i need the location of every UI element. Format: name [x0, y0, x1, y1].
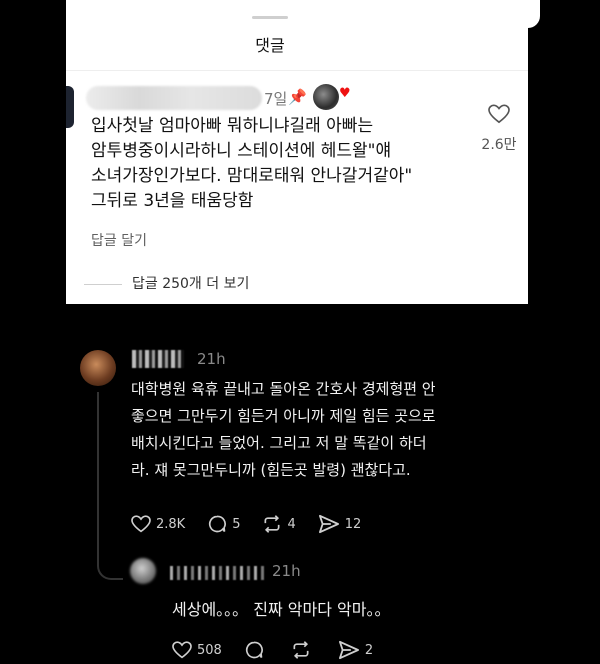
avatar[interactable] [80, 350, 116, 386]
repost-action[interactable]: 4 [262, 514, 296, 534]
post-line: 좋으면 그만두기 힘든거 아니까 제일 힘든 곳으로 [131, 407, 436, 425]
comment-action[interactable] [244, 640, 269, 660]
divider [66, 70, 528, 71]
post-body: 대학병원 육휴 끝내고 돌아온 간호사 경제형편 안 좋으면 그만두기 힘든거 … [131, 376, 521, 484]
post-time: 21h [197, 350, 226, 368]
share-count: 12 [344, 516, 362, 532]
thread-connector [97, 552, 123, 580]
comment-count: 5 [232, 516, 241, 532]
blurred-username[interactable] [170, 566, 266, 580]
sheet-title: 댓글 [255, 36, 285, 55]
repost-count: 4 [287, 516, 296, 532]
blurred-username[interactable] [86, 86, 262, 110]
pin-icon: 📌 [288, 88, 307, 106]
repost-icon [293, 641, 309, 659]
drag-handle[interactable] [252, 16, 288, 19]
comment-body: 입사첫날 엄마아빠 뭐하니냐길래 아빠는 암투병중이시라하니 스테이션에 헤드왈… [91, 114, 471, 214]
comment-icon [209, 515, 227, 533]
like-action[interactable]: 2.8K [131, 515, 185, 533]
like-count: 2.8K [156, 516, 186, 532]
creator-avatar [313, 84, 339, 110]
reply-connector [84, 283, 122, 285]
reply-time: 21h [272, 562, 301, 580]
more-replies-button[interactable]: 답글 250개 더 보기 [84, 273, 249, 293]
like-action[interactable]: 508 [172, 641, 222, 659]
comment-line: 암투병중이시라하니 스테이션에 헤드왈"얘 [91, 141, 392, 161]
comment-line: 소녀가장인가보다. 맘대로태워 안나갈거같아" [91, 166, 413, 186]
comment-line: 입사첫날 엄마아빠 뭐하니냐길래 아빠는 [91, 116, 374, 136]
post-line: 라. 쟤 못그만두니까 (힘든곳 발령) 괜찮다고. [131, 461, 411, 479]
comment-icon [245, 641, 263, 659]
share-action[interactable]: 2 [338, 640, 373, 660]
blurred-username[interactable] [132, 350, 184, 368]
reply-button[interactable]: 답글 달기 [91, 230, 147, 250]
comment-line: 그뒤로 3년을 태움당함 [91, 191, 254, 211]
heart-icon[interactable] [474, 104, 524, 128]
share-count: 2 [364, 642, 374, 658]
share-icon [318, 514, 339, 534]
avatar[interactable] [130, 558, 156, 584]
reply-body: 세상에。。。 진짜 악마다 악마。。 [172, 600, 391, 619]
more-replies-label[interactable]: 답글 250개 더 보기 [132, 276, 249, 292]
like-count: 508 [197, 642, 222, 658]
frame-edge [528, 0, 540, 28]
like-button[interactable]: 2.6만 [474, 104, 524, 154]
comment-time: 7일 [264, 90, 288, 108]
repost-icon [264, 515, 280, 533]
repost-action[interactable] [291, 640, 316, 660]
heart-icon [172, 641, 192, 659]
comment-action[interactable]: 5 [207, 514, 240, 534]
heart-icon [131, 515, 151, 533]
post-actions: 2.8K 5 4 12 [131, 514, 383, 534]
thread-line [97, 392, 99, 552]
share-action[interactable]: 12 [318, 514, 362, 534]
post-line: 대학병원 육휴 끝내고 돌아온 간호사 경제형편 안 [131, 380, 436, 398]
post-line: 배치시킨다고 들었어. 그리고 저 말 똑같이 하더 [131, 434, 427, 452]
reply-actions: 508 2 [172, 640, 395, 660]
comments-sheet: 댓글 7일 📌 ♥ 입사첫날 엄마아빠 뭐하니냐길래 아빠는 암투병중이시라하니… [66, 0, 528, 304]
creator-heart-icon: ♥ [339, 86, 351, 101]
share-icon [338, 640, 359, 660]
commenter-avatar[interactable] [66, 86, 74, 128]
like-count: 2.6만 [481, 137, 517, 153]
